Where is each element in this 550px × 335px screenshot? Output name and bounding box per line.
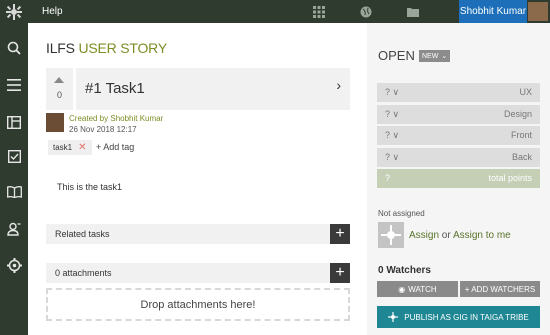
arrow-up-icon [54, 77, 64, 83]
points-role: UX [519, 87, 532, 97]
attachments-bar: 0 attachments + [46, 263, 350, 283]
points-value: ? ∨ [385, 152, 400, 162]
top-bar: Help Shobhit Kumar [0, 0, 550, 23]
total-points-label: total points [488, 173, 532, 183]
assigned-to-label: Not assigned [378, 209, 425, 218]
points-role: Front [510, 130, 532, 140]
points-role: Design [503, 109, 532, 119]
wiki-icon[interactable] [0, 178, 28, 206]
total-points-row: ? total points [377, 169, 540, 188]
page-title: ILFS USER STORY [46, 40, 167, 56]
attachment-drop-zone[interactable]: Drop attachments here! [46, 288, 350, 321]
folder-icon[interactable] [401, 0, 425, 23]
add-tag-button[interactable]: + Add tag [96, 142, 134, 152]
upvote-button[interactable]: 0 [46, 68, 73, 110]
chevron-right-icon[interactable]: › [336, 77, 341, 93]
user-avatar[interactable] [528, 2, 548, 21]
settings-icon[interactable] [0, 251, 28, 279]
user-story-detail: ILFS USER STORY 0 #1 Task1 › Created by … [28, 23, 367, 335]
or-text: or [441, 230, 451, 241]
related-tasks-label: Related tasks [55, 229, 110, 239]
publish-label: PUBLISH AS GIG IN TAIGA TRIBE [404, 312, 529, 322]
points-role: Back [511, 152, 532, 162]
points-row-back[interactable]: ? ∨ Back [377, 148, 540, 167]
status-dropdown[interactable]: NEW ⌄ [419, 50, 451, 62]
watchers-count: 0 Watchers [378, 265, 431, 276]
tag-label: task1 [53, 143, 73, 152]
story-description[interactable]: This is the task1 [57, 182, 122, 192]
add-task-button[interactable]: + [330, 224, 350, 244]
tag-chip: task1 ✕ [48, 140, 92, 155]
assign-link[interactable]: Assign [409, 230, 439, 241]
status-label: OPEN [378, 48, 415, 63]
watch-label: WATCH [408, 284, 437, 294]
related-tasks-bar: Related tasks + [46, 224, 350, 244]
eye-icon: ◉ [398, 284, 406, 294]
item-type-label: USER STORY [78, 40, 167, 56]
project-name[interactable]: ILFS [46, 40, 75, 56]
search-icon[interactable] [0, 34, 28, 62]
points-value: ? ∨ [385, 109, 400, 119]
watch-button[interactable]: ◉ WATCH [377, 281, 458, 297]
taiga-logo-icon[interactable] [0, 0, 28, 23]
menu-icon[interactable] [0, 71, 28, 99]
unassigned-avatar [378, 222, 404, 248]
vote-count: 0 [56, 90, 62, 100]
created-by[interactable]: Created by Shobhit Kumar [69, 114, 163, 123]
remove-tag-icon[interactable]: ✕ [78, 142, 86, 153]
grid-icon[interactable] [307, 0, 331, 23]
add-watchers-button[interactable]: + ADD WATCHERS [460, 281, 540, 297]
points-row-front[interactable]: ? ∨ Front [377, 126, 540, 145]
subject-header[interactable]: #1 Task1 › [76, 68, 350, 110]
sidebar [0, 23, 28, 335]
add-attachment-button[interactable]: + [330, 263, 350, 283]
points-row-ux[interactable]: ? ∨ UX [377, 83, 540, 102]
attachments-count: 0 attachments [55, 268, 112, 278]
assign-to-me-link[interactable]: Assign to me [453, 230, 511, 241]
drop-zone-label: Drop attachments here! [140, 298, 256, 311]
assign-links: Assign or Assign to me [409, 230, 511, 241]
points-value: ? ∨ [385, 130, 400, 140]
total-points-value: ? [385, 173, 391, 183]
chevron-down-icon: ⌄ [441, 53, 448, 60]
globe-icon[interactable] [354, 0, 378, 23]
kanban-icon[interactable] [0, 108, 28, 136]
publish-gig-button[interactable]: PUBLISH AS GIG IN TAIGA TRIBE [377, 306, 540, 328]
help-link[interactable]: Help [42, 6, 63, 17]
points-row-design[interactable]: ? ∨ Design [377, 105, 540, 124]
team-icon[interactable] [0, 215, 28, 243]
created-date: 26 Nov 2018 12:17 [69, 125, 137, 134]
details-panel: OPEN NEW ⌄ ? ∨ UX ? ∨ Design ? ∨ Front ?… [367, 23, 550, 335]
creator-avatar [46, 113, 64, 132]
taiga-tribe-icon [388, 312, 399, 322]
status-value: NEW [422, 52, 439, 60]
user-name[interactable]: Shobhit Kumar [459, 0, 527, 23]
points-value: ? ∨ [385, 87, 400, 97]
backlog-icon[interactable] [0, 142, 28, 170]
story-subject[interactable]: #1 Task1 [85, 80, 145, 97]
